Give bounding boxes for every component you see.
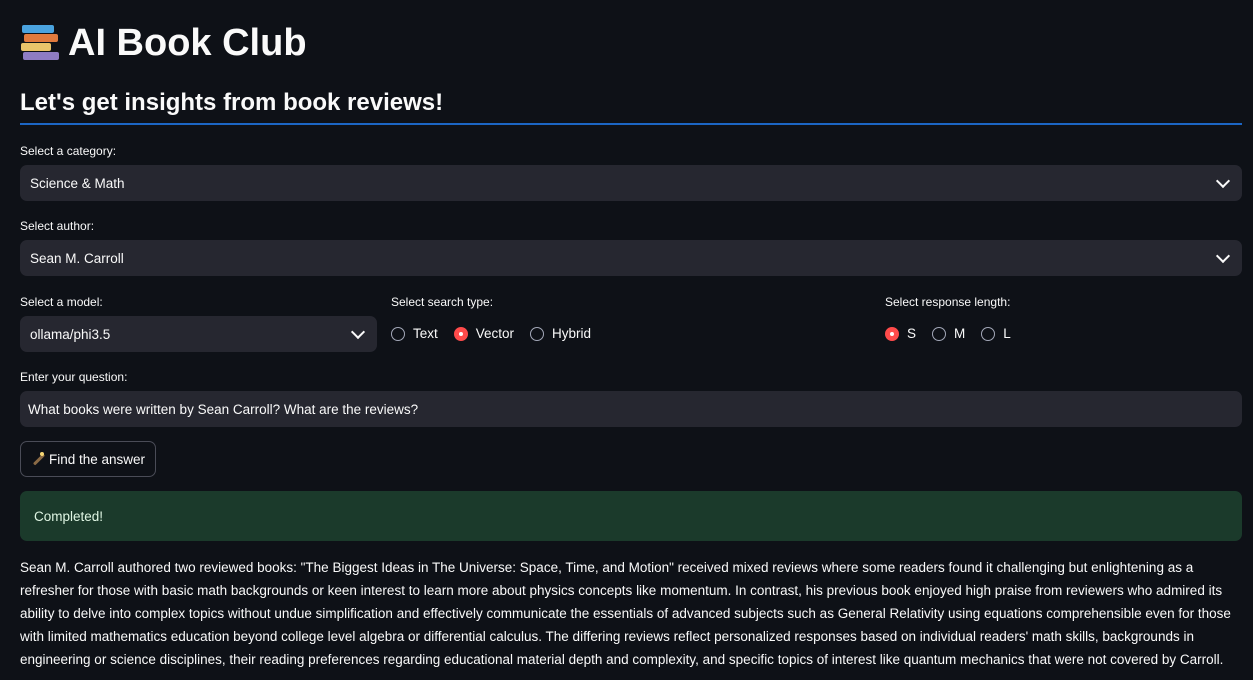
question-input[interactable]: What books were written by Sean Carroll?…	[20, 391, 1242, 427]
find-answer-button[interactable]: Find the answer	[20, 441, 156, 477]
search-type-label: Select search type:	[391, 295, 494, 309]
page-subheader: Let's get insights from book reviews!	[20, 89, 444, 116]
app-title: AI Book Club	[20, 18, 307, 68]
chevron-down-icon	[350, 324, 366, 340]
books-icon	[20, 23, 60, 63]
author-select[interactable]: Sean M. Carroll	[20, 240, 1242, 276]
app-page: AI Book Club Let's get insights from boo…	[0, 0, 1253, 680]
chevron-down-icon	[1215, 173, 1231, 189]
question-label: Enter your question:	[20, 370, 128, 384]
model-label: Select a model:	[20, 295, 103, 309]
search-type-option-label: Text	[413, 326, 438, 341]
response-length-option-label: M	[954, 326, 966, 341]
status-success-alert: Completed!	[20, 491, 1242, 541]
chevron-down-icon	[1215, 248, 1231, 264]
search-type-option-vector[interactable]: Vector	[453, 326, 515, 341]
model-value: ollama/phi3.5	[30, 326, 111, 342]
category-select[interactable]: Science & Math	[20, 165, 1242, 201]
category-label: Select a category:	[20, 144, 117, 158]
status-message: Completed!	[34, 508, 104, 524]
response-length-option-label: S	[907, 326, 917, 341]
response-length-label: Select response length:	[885, 295, 1011, 309]
answer-text: Sean M. Carroll authored two reviewed bo…	[20, 560, 1231, 667]
search-type-radio-group: Text Vector Hybrid	[391, 326, 607, 341]
response-length-option-s[interactable]: S	[885, 326, 916, 341]
author-label: Select author:	[20, 219, 95, 233]
radio-button[interactable]	[391, 326, 405, 341]
radio-button-selected[interactable]	[453, 326, 468, 341]
find-answer-button-label: Find the answer	[48, 451, 146, 467]
search-type-option-label: Hybrid	[552, 326, 592, 341]
response-length-option-l[interactable]: L	[981, 326, 1011, 341]
radio-button[interactable]	[932, 326, 947, 341]
response-length-option-label: L	[1003, 326, 1011, 341]
search-type-option-text[interactable]: Text	[391, 326, 438, 341]
search-type-option-label: Vector	[475, 326, 515, 341]
response-length-option-m[interactable]: M	[932, 326, 965, 341]
question-value: What books were written by Sean Carroll?…	[28, 401, 419, 417]
radio-button-selected[interactable]	[885, 326, 899, 341]
author-value: Sean M. Carroll	[30, 250, 124, 266]
category-value: Science & Math	[30, 175, 125, 191]
magic-wand-icon	[31, 452, 45, 466]
radio-button[interactable]	[530, 326, 545, 341]
model-select[interactable]: ollama/phi3.5	[20, 316, 377, 352]
subheader-divider	[20, 123, 1242, 125]
radio-button[interactable]	[981, 326, 996, 341]
response-length-radio-group: S M L	[885, 326, 1027, 341]
app-title-text: AI Book Club	[68, 22, 307, 64]
search-type-option-hybrid[interactable]: Hybrid	[530, 326, 591, 341]
